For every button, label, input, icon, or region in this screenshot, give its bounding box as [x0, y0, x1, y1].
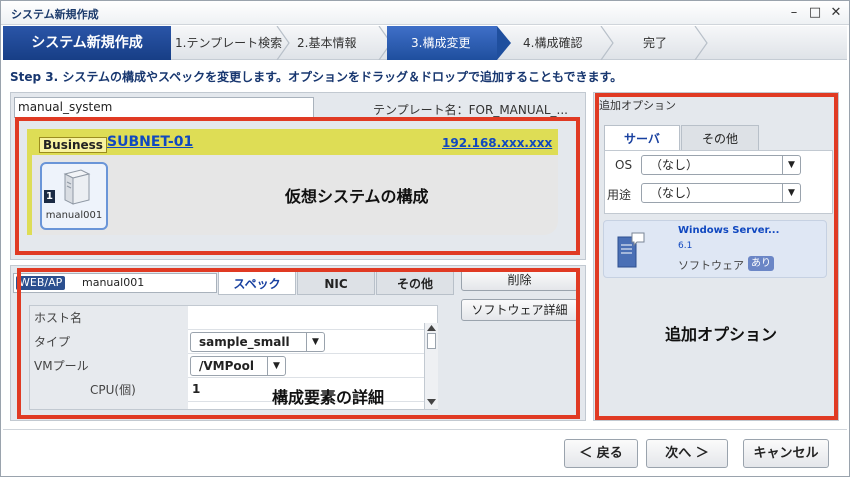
os-select[interactable]: （なし） ▼	[641, 155, 801, 175]
component-role-badge: WEB/AP	[16, 276, 66, 290]
table-row: ホスト名	[30, 306, 425, 330]
maximize-button[interactable]: □	[806, 4, 824, 22]
server-count-badge: 1	[44, 190, 55, 203]
software-icon	[617, 232, 645, 268]
software-name: Windows Server...	[678, 225, 780, 236]
additional-options-title: 追加オプション	[599, 99, 676, 112]
subnet-header: Business SUBNET-01 192.168.xxx.xxx	[27, 129, 558, 155]
chevron-down-icon: ▼	[782, 156, 800, 174]
step-chevron-icon	[600, 26, 614, 60]
tab-nic[interactable]: NIC	[297, 271, 375, 295]
type-select[interactable]: sample_small ▼	[190, 332, 325, 352]
software-type: ソフトウェア	[678, 259, 744, 272]
annotation-virtual-system: 仮想システムの構成	[285, 187, 429, 206]
cpu-value[interactable]: 1	[192, 382, 200, 396]
tab-options-other[interactable]: その他	[681, 125, 759, 151]
subnet-side-band	[27, 155, 32, 235]
hostname-input[interactable]	[190, 308, 420, 328]
delete-button[interactable]: 削除	[461, 269, 578, 291]
spec-scrollbar[interactable]	[424, 323, 438, 409]
software-option-card[interactable]: Windows Server... 6.1 ソフトウェア あり	[603, 220, 827, 278]
component-name-field[interactable]: WEB/AP manual001	[13, 273, 217, 293]
subnet-type-badge: Business	[39, 137, 107, 153]
window-title: システム新規作成	[11, 8, 99, 21]
annotation-component-detail: 構成要素の詳細	[272, 388, 385, 407]
chevron-down-icon: ▼	[306, 333, 324, 351]
back-button[interactable]: ＜ 戻る	[564, 439, 638, 468]
step-config-change: 3.構成変更	[387, 26, 497, 60]
server-icon	[63, 169, 91, 205]
software-version: 6.1	[678, 241, 693, 251]
annotation-additional-options: 追加オプション	[665, 325, 778, 344]
cancel-button[interactable]: キャンセル	[743, 439, 829, 468]
minimize-button[interactable]: –	[785, 4, 803, 22]
footer-divider	[3, 429, 847, 430]
component-server-name: manual001	[82, 276, 145, 289]
table-row: タイプ sample_small ▼	[30, 330, 425, 354]
chevron-down-icon: ▼	[782, 184, 800, 202]
software-badge: あり	[748, 256, 774, 271]
next-button[interactable]: 次へ ＞	[646, 439, 728, 468]
row-key-vmpool: VMプール	[30, 354, 188, 378]
step-chevron-icon	[276, 26, 290, 60]
step-template-search: 1.テンプレート検索	[175, 36, 283, 50]
chevron-down-icon: ▼	[267, 357, 285, 375]
type-select-value: sample_small	[199, 335, 290, 349]
step-active-chevron-icon	[497, 26, 511, 60]
os-select-value: （なし）	[650, 158, 699, 172]
row-key-hostname: ホスト名	[30, 306, 188, 330]
step-instruction: Step 3. システムの構成やスペックを変更します。オプションをドラッグ＆ドロ…	[10, 70, 623, 84]
scrollbar-thumb[interactable]	[427, 333, 436, 349]
step-chevron-icon	[694, 26, 708, 60]
subnet-ip-link[interactable]: 192.168.xxx.xxx	[442, 136, 552, 150]
wizard-window: システム新規作成 – □ ✕ システム新規作成 1.テンプレート検索 2.基本情…	[0, 0, 850, 477]
tab-spec[interactable]: スペック	[218, 271, 296, 295]
subnet-name-link[interactable]: SUBNET-01	[107, 134, 193, 150]
use-select-value: （なし）	[650, 186, 699, 200]
server-node[interactable]: 1 manual001	[40, 162, 108, 230]
use-select[interactable]: （なし） ▼	[641, 183, 801, 203]
row-key-cpu: CPU(個)	[30, 378, 188, 402]
close-button[interactable]: ✕	[827, 4, 845, 22]
software-detail-button[interactable]: ソフトウェア詳細	[461, 299, 578, 321]
table-row: VMプール /VMPool ▼	[30, 354, 425, 378]
row-key-more	[30, 402, 188, 409]
tab-other[interactable]: その他	[376, 271, 454, 295]
title-bar: システム新規作成 – □ ✕	[1, 1, 849, 25]
vmpool-select[interactable]: /VMPool ▼	[190, 356, 286, 376]
wizard-steps: システム新規作成 1.テンプレート検索 2.基本情報 3.構成変更 4.構成確認…	[3, 26, 847, 60]
scroll-down-icon[interactable]	[427, 399, 436, 405]
system-name-input[interactable]: manual_system	[14, 97, 314, 118]
vmpool-select-value: /VMPool	[199, 359, 255, 373]
template-name-label: テンプレート名：FOR_MANUAL_...	[373, 103, 568, 117]
tab-server[interactable]: サーバ	[604, 125, 680, 151]
server-node-name: manual001	[45, 210, 103, 221]
scroll-up-icon[interactable]	[427, 325, 436, 331]
step-basic-info: 2.基本情報	[297, 36, 357, 50]
use-label: 用途	[607, 188, 632, 202]
row-key-type: タイプ	[30, 330, 188, 354]
os-label: OS	[615, 158, 633, 172]
step-wizard-title: システム新規作成	[3, 26, 171, 60]
